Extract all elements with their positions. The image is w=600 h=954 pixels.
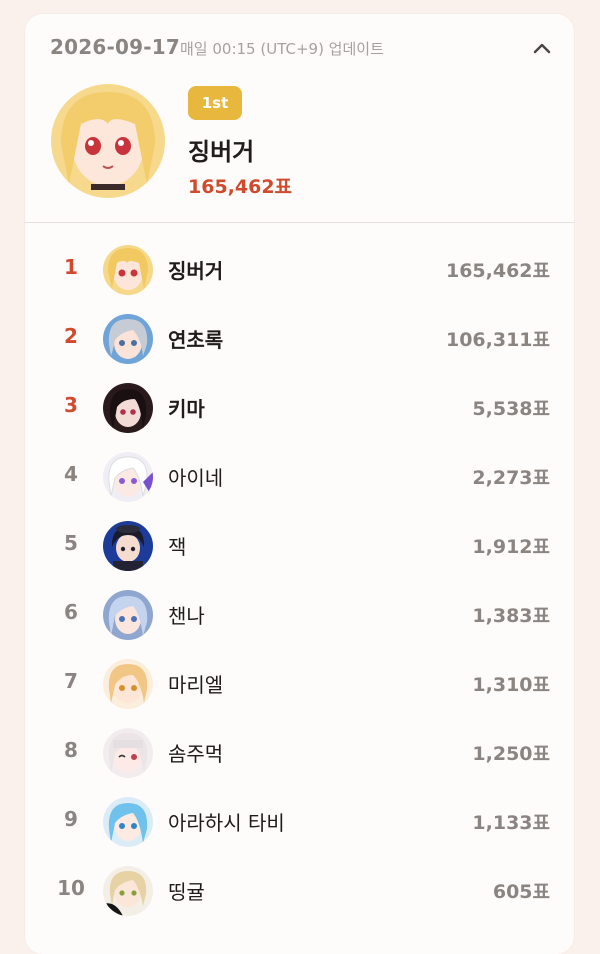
avatar — [103, 797, 153, 847]
rank-number: 1 — [64, 255, 78, 279]
ranking-row[interactable]: 3 키마 5,538표 — [25, 374, 574, 443]
vote-count: 5,538표 — [472, 398, 550, 420]
avatar — [103, 659, 153, 709]
streamer-name: 챈나 — [168, 604, 205, 628]
vote-count: 1,250표 — [472, 743, 550, 765]
winner-section: 1st 징버거 165,462표 — [25, 84, 574, 222]
divider — [25, 222, 574, 223]
vote-count: 1,383표 — [472, 605, 550, 627]
rank-number: 10 — [57, 876, 85, 900]
streamer-name: 솜주먹 — [168, 742, 224, 766]
avatar — [103, 521, 153, 571]
ranking-row[interactable]: 1 징버거 165,462표 — [25, 236, 574, 305]
ranking-row[interactable]: 6 챈나 1,383표 — [25, 581, 574, 650]
streamer-name: 잭 — [168, 535, 187, 559]
avatar — [103, 245, 153, 295]
winner-votes: 165,462표 — [188, 176, 293, 198]
vote-count: 1,912표 — [472, 536, 550, 558]
vote-count: 605표 — [492, 881, 550, 903]
ranking-row[interactable]: 7 마리엘 1,310표 — [25, 650, 574, 719]
avatar — [103, 590, 153, 640]
vote-count: 1,133표 — [472, 812, 550, 834]
vote-count: 165,462표 — [445, 260, 550, 282]
avatar — [103, 383, 153, 433]
ranking-row[interactable]: 4 아이네 2,273표 — [25, 443, 574, 512]
winner-avatar[interactable] — [51, 84, 165, 198]
avatar — [103, 452, 153, 502]
rank-number: 7 — [64, 669, 78, 693]
rank-number: 2 — [64, 324, 78, 348]
update-schedule-text: 매일 00:15 (UTC+9) 업데이트 — [180, 40, 384, 58]
streamer-name: 띵귤 — [168, 880, 205, 904]
rank-number: 6 — [64, 600, 78, 624]
rank-number: 5 — [64, 531, 78, 555]
vote-count: 106,311표 — [445, 329, 550, 351]
streamer-name: 연초록 — [168, 328, 224, 352]
ranking-row[interactable]: 2 연초록 106,311표 — [25, 305, 574, 374]
avatar — [103, 314, 153, 364]
streamer-name: 마리엘 — [168, 673, 224, 697]
ranking-row[interactable]: 9 아라하시 타비 1,133표 — [25, 788, 574, 857]
rank-number: 4 — [64, 462, 78, 486]
streamer-name: 징버거 — [168, 259, 224, 283]
collapse-button[interactable] — [528, 34, 556, 62]
chevron-up-icon — [533, 43, 551, 54]
vote-count: 2,273표 — [472, 467, 550, 489]
winner-name: 징버거 — [188, 138, 255, 166]
rank-number: 3 — [64, 393, 78, 417]
ranking-date: 2026-09-17 — [50, 35, 180, 59]
rank-number: 9 — [64, 807, 78, 831]
ranking-row[interactable]: 10 띵귤 605표 — [25, 857, 574, 926]
first-place-badge: 1st — [188, 86, 242, 120]
avatar — [103, 866, 153, 916]
streamer-name: 아라하시 타비 — [168, 811, 285, 835]
streamer-name: 키마 — [168, 397, 205, 421]
ranking-header: 2026-09-17 매일 00:15 (UTC+9) 업데이트 — [25, 14, 574, 84]
avatar — [103, 728, 153, 778]
ranking-card: 2026-09-17 매일 00:15 (UTC+9) 업데이트 1st 징버거 — [25, 14, 574, 954]
ranking-row[interactable]: 5 잭 1,912표 — [25, 512, 574, 581]
rank-number: 8 — [64, 738, 78, 762]
vote-count: 1,310표 — [472, 674, 550, 696]
ranking-row[interactable]: 8 솜주먹 1,250표 — [25, 719, 574, 788]
streamer-name: 아이네 — [168, 466, 224, 490]
